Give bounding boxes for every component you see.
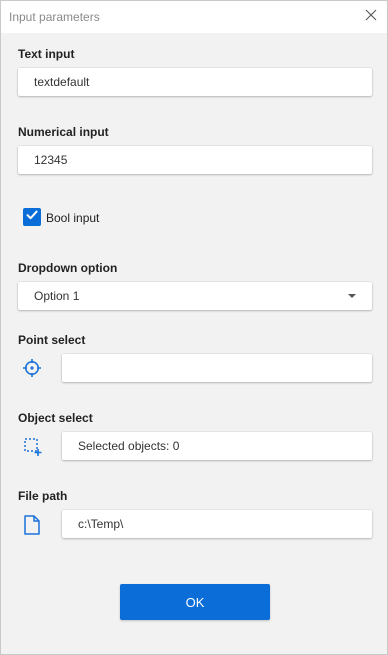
file-path-label: File path [18,489,68,503]
dropdown-selected-value: Option 1 [34,289,80,303]
close-icon [365,8,377,26]
title-bar: Input parameters [1,1,387,33]
text-input-label: Text input [18,47,75,61]
dialog-window: Input parameters Text input Numerical in… [0,0,388,655]
close-button[interactable] [355,1,387,33]
numerical-input[interactable] [34,146,372,174]
point-select-label: Point select [18,333,86,347]
bool-input-checkbox[interactable] [23,208,41,226]
window-title: Input parameters [9,10,100,24]
file-icon[interactable] [21,514,43,536]
object-select-label: Object select [18,411,93,425]
checkmark-icon [25,208,39,227]
dropdown-label: Dropdown option [18,261,118,275]
dropdown-select[interactable]: Option 1 [18,282,372,310]
chevron-down-icon [348,294,356,298]
ok-button[interactable]: OK [120,584,270,620]
numerical-input-label: Numerical input [18,125,109,139]
text-input-field[interactable] [18,68,372,96]
object-select-value: Selected objects: 0 [78,439,180,453]
numerical-input-field[interactable] [18,146,372,174]
selection-add-icon[interactable] [22,436,44,458]
point-select-field[interactable] [62,354,372,382]
text-input[interactable] [34,68,372,96]
bool-input-label: Bool input [46,211,100,225]
file-path-field[interactable] [62,510,372,538]
file-path-input[interactable] [78,510,372,538]
crosshair-icon[interactable] [21,357,43,379]
object-select-field[interactable]: Selected objects: 0 [62,432,372,460]
